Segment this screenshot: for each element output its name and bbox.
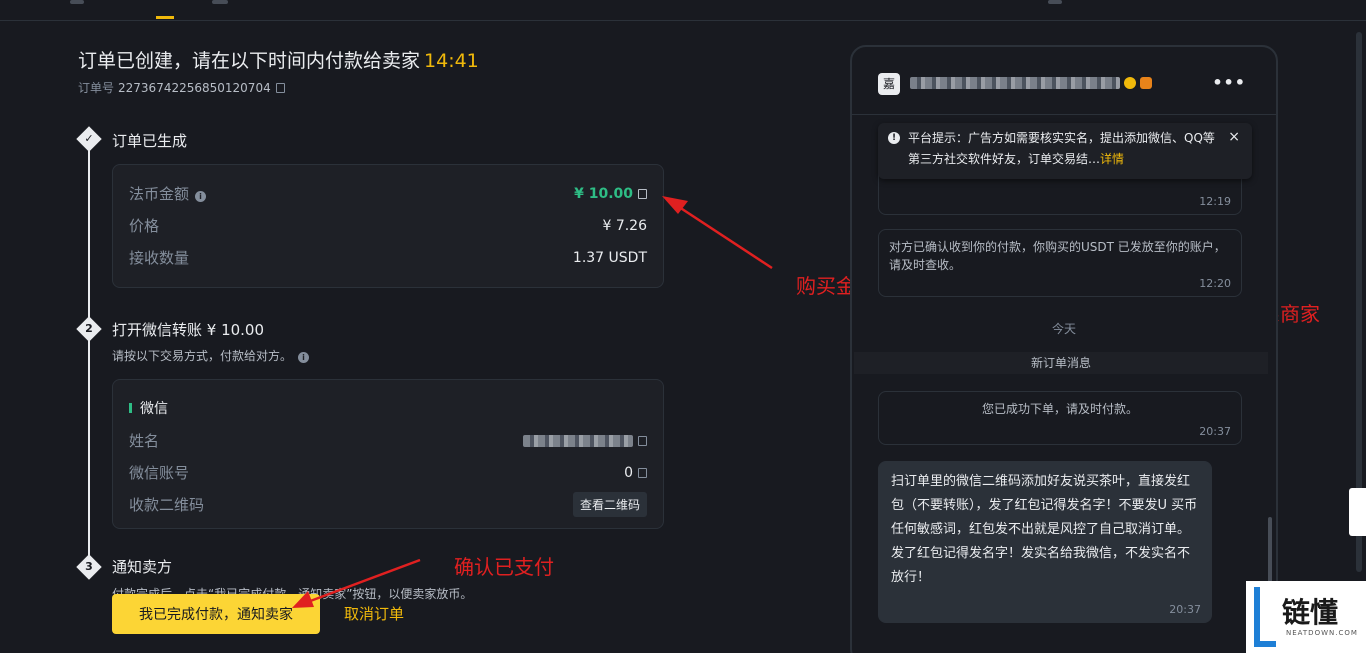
merchant-name[interactable] [910,75,1152,90]
chat-header: 嘉 ••• [852,47,1276,115]
arrow-confirm-head [292,591,314,608]
watermark-l-mark [1254,587,1276,647]
more-options-icon[interactable]: ••• [1212,73,1246,92]
arrow-confirm-line [304,558,421,605]
platform-notice: ! 平台提示：广告方如需要核实实名，提出添加微信、QQ等第三方社交软件好友，订单… [878,123,1252,179]
merchant-badge-icon [1140,76,1152,89]
chat-message: 您已成功下单，请及时付款。 20:37 [878,391,1242,445]
verified-badge-icon [1124,76,1136,89]
day-separator: 今天 [1051,322,1076,336]
close-icon[interactable]: × [1228,127,1240,148]
chat-panel: 嘉 ••• ! 平台提示：广告方如需要核实实名，提出添加微信、QQ等第三方社交软… [850,45,1278,653]
seller-message: 扫订单里的微信二维码添加好友说买茶叶，直接发红包（不要转账），发了红包记得发名字… [878,461,1212,623]
message-time: 12:20 [1199,277,1231,290]
merchant-name-redacted [910,76,1120,89]
message-text: 您已成功下单，请及时付款。 [981,402,1138,416]
chat-message: 对方已确认收到你的付款，你购买的USDT 已发放至你的账户，请及时查收。 12:… [878,229,1242,297]
arrow-amount-line [675,203,773,270]
new-order-separator: 新订单消息 [854,352,1268,374]
watermark-logo: 链懂 NEATDOWN.COM [1246,581,1366,653]
watermark-en: NEATDOWN.COM [1286,629,1358,637]
merchant-avatar[interactable]: 嘉 [878,73,900,95]
watermark-cn: 链懂 [1282,596,1339,629]
notice-details-link[interactable]: 详情 [1100,152,1124,166]
message-text: 对方已确认收到你的付款，你购买的USDT 已发放至你的账户，请及时查收。 [889,240,1226,272]
notice-text: 平台提示：广告方如需要核实实名，提出添加微信、QQ等第三方社交软件好友，订单交易… [908,131,1215,166]
message-text: 扫订单里的微信二维码添加好友说买茶叶，直接发红包（不要转账），发了红包记得发名字… [891,474,1198,585]
warning-icon: ! [888,132,900,144]
message-time: 20:37 [1169,603,1201,616]
side-feedback-tab[interactable] [1349,488,1366,536]
message-time: 20:37 [1199,425,1231,438]
message-time: 12:19 [1199,195,1231,208]
